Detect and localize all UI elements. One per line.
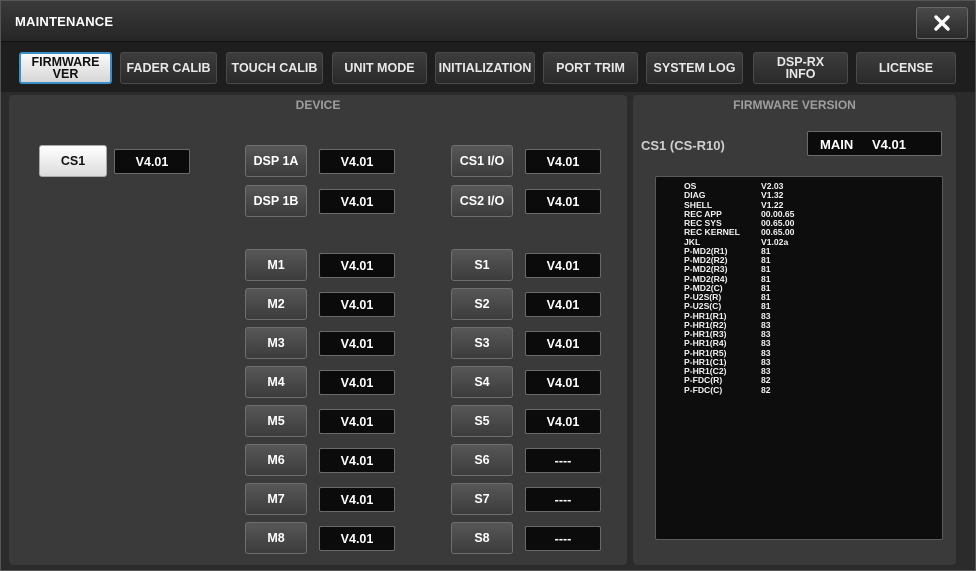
device-version-s4: V4.01 — [525, 370, 601, 395]
device-button-s4[interactable]: S4 — [451, 366, 513, 398]
device-button-m2[interactable]: M2 — [245, 288, 307, 320]
tab-firmware-ver[interactable]: FIRMWARE VER — [19, 52, 112, 84]
device-button-m4[interactable]: M4 — [245, 366, 307, 398]
device-button-s8[interactable]: S8 — [451, 522, 513, 554]
device-version-cs2-io: V4.01 — [525, 189, 601, 214]
device-button-s6[interactable]: S6 — [451, 444, 513, 476]
device-version-dsp1a: V4.01 — [319, 149, 395, 174]
tab-unit-mode[interactable]: UNIT MODE — [332, 52, 427, 84]
firmware-component-name: REC KERNEL — [684, 227, 740, 238]
device-button-m7[interactable]: M7 — [245, 483, 307, 515]
firmware-component-name: P-HR1(R4) — [684, 338, 727, 349]
device-version-s8: ---- — [525, 526, 601, 551]
device-version-m8: V4.01 — [319, 526, 395, 551]
device-version-m6: V4.01 — [319, 448, 395, 473]
tab-system-log[interactable]: SYSTEM LOG — [646, 52, 743, 84]
firmware-component-name: P-U2S(C) — [684, 301, 722, 312]
device-button-cs1-io[interactable]: CS1 I/O — [451, 145, 513, 177]
firmware-row: P-U2S(C) 81 — [684, 302, 771, 311]
maintenance-window: MAINTENANCE FIRMWARE VER FADER CALIB TOU… — [0, 0, 976, 571]
tab-license[interactable]: LICENSE — [856, 52, 956, 84]
firmware-component-name: P-FDC(R) — [684, 375, 723, 386]
device-button-cs1[interactable]: CS1 — [39, 145, 107, 177]
device-version-s2: V4.01 — [525, 292, 601, 317]
device-button-dsp1b[interactable]: DSP 1B — [245, 185, 307, 217]
device-button-dsp1a[interactable]: DSP 1A — [245, 145, 307, 177]
tab-fader-calib[interactable]: FADER CALIB — [120, 52, 217, 84]
device-version-s3: V4.01 — [525, 331, 601, 356]
device-version-cs1-io: V4.01 — [525, 149, 601, 174]
device-version-s5: V4.01 — [525, 409, 601, 434]
firmware-device-label: CS1 (CS-R10) — [641, 138, 725, 153]
device-version-m5: V4.01 — [319, 409, 395, 434]
device-button-m6[interactable]: M6 — [245, 444, 307, 476]
main-version-value: V4.01 — [872, 137, 906, 152]
main-version-label: MAIN — [820, 137, 854, 152]
firmware-component-version: 82 — [761, 384, 771, 395]
firmware-row: P-FDC(C) 82 — [684, 384, 771, 395]
device-version-m4: V4.01 — [319, 370, 395, 395]
device-button-m3[interactable]: M3 — [245, 327, 307, 359]
device-version-s6: ---- — [525, 448, 601, 473]
device-panel-title: DEVICE — [295, 98, 341, 112]
device-version-m2: V4.01 — [319, 292, 395, 317]
device-button-s3[interactable]: S3 — [451, 327, 513, 359]
tab-bar: FIRMWARE VER FADER CALIB TOUCH CALIB UNI… — [1, 42, 975, 92]
device-version-m1: V4.01 — [319, 253, 395, 278]
tab-port-trim[interactable]: PORT TRIM — [543, 52, 638, 84]
title-bar: MAINTENANCE — [1, 1, 975, 42]
firmware-row: P-FDC(R) 82 — [684, 376, 771, 385]
firmware-row: P-HR1(R4) 83 — [684, 339, 771, 348]
firmware-panel-title: FIRMWARE VERSION — [733, 98, 856, 112]
device-button-cs2-io[interactable]: CS2 I/O — [451, 185, 513, 217]
device-version-cs1: V4.01 — [114, 149, 190, 174]
device-button-s1[interactable]: S1 — [451, 249, 513, 281]
close-button[interactable] — [916, 7, 968, 39]
device-version-s7: ---- — [525, 487, 601, 512]
device-button-m1[interactable]: M1 — [245, 249, 307, 281]
device-button-m8[interactable]: M8 — [245, 522, 307, 554]
device-button-m5[interactable]: M5 — [245, 405, 307, 437]
device-version-dsp1b: V4.01 — [319, 189, 395, 214]
firmware-component-name: DIAG — [684, 190, 706, 201]
device-button-s2[interactable]: S2 — [451, 288, 513, 320]
firmware-component-name: P-FDC(C) — [684, 384, 723, 395]
window-title: MAINTENANCE — [15, 14, 114, 29]
close-icon — [934, 15, 950, 31]
firmware-component-list[interactable]: OS V2.03 DIAG V1.32 SHELL V1.22 REC APP 00.00.6… — [655, 176, 943, 540]
device-version-s1: V4.01 — [525, 253, 601, 278]
device-version-m3: V4.01 — [319, 331, 395, 356]
tab-touch-calib[interactable]: TOUCH CALIB — [226, 52, 323, 84]
tab-dsp-rx-info[interactable]: DSP-RX INFO — [753, 52, 848, 84]
device-button-s7[interactable]: S7 — [451, 483, 513, 515]
tab-initialization[interactable]: INITIALIZATION — [435, 52, 535, 84]
firmware-row: P-MD2(R3) 81 — [684, 265, 771, 274]
device-button-s5[interactable]: S5 — [451, 405, 513, 437]
firmware-component-name: P-MD2(R3) — [684, 264, 728, 275]
main-version-box: MAIN V4.01 — [807, 131, 942, 156]
device-version-m7: V4.01 — [319, 487, 395, 512]
